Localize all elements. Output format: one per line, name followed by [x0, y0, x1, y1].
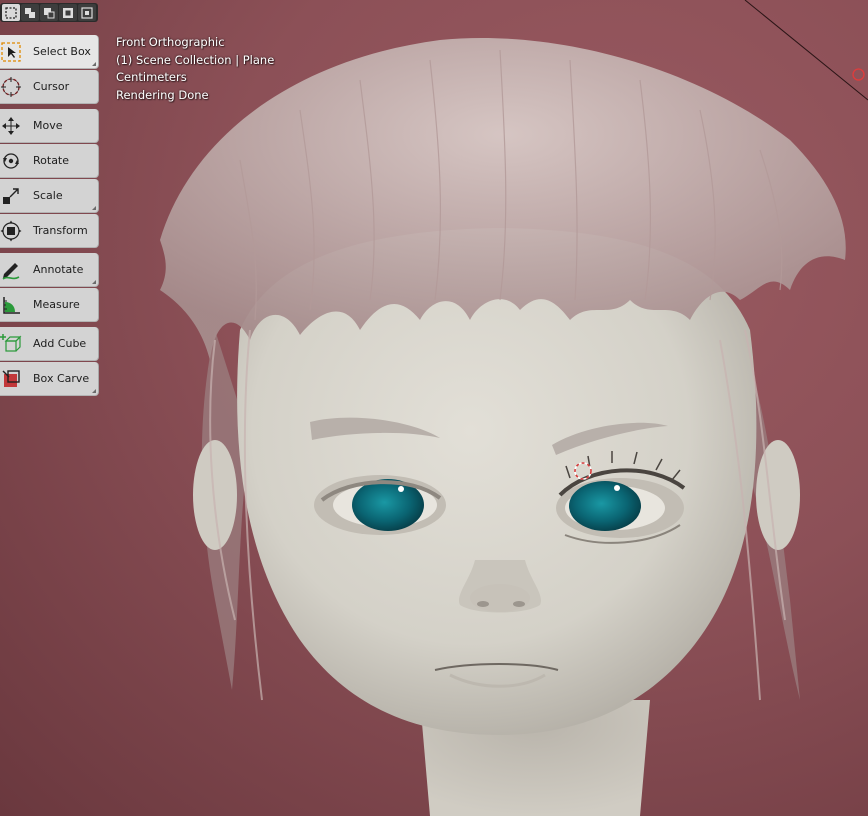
cursor-icon	[0, 74, 24, 100]
measure-tool[interactable]: Measure	[0, 288, 99, 322]
tool-options-corner-icon	[92, 389, 96, 393]
box-carve-tool[interactable]: Box Carve	[0, 362, 99, 396]
tool-label: Box Carve	[33, 372, 90, 385]
measure-icon	[0, 292, 24, 318]
render-scene	[160, 0, 868, 816]
tool-shelf: Select Box Cursor Move Rotate Scale Tran…	[0, 35, 99, 401]
cursor-tool[interactable]: Cursor	[0, 70, 99, 104]
rotate-icon	[0, 148, 24, 174]
view-name: Front Orthographic	[116, 35, 225, 49]
select-mode-subtract-icon[interactable]	[40, 4, 58, 21]
scale-icon	[0, 183, 24, 209]
tool-label: Rotate	[33, 154, 70, 167]
units-info: Centimeters	[116, 70, 187, 84]
annotate-icon	[0, 257, 24, 283]
3d-viewport[interactable]: Front Orthographic (1) Scene Collection …	[0, 0, 868, 816]
add-cube-tool[interactable]: Add Cube	[0, 327, 99, 361]
select-mode-extend-icon[interactable]	[21, 4, 39, 21]
tool-group-select: Select Box Cursor	[0, 35, 99, 104]
scale-tool[interactable]: Scale	[0, 179, 99, 213]
tool-label: Measure	[33, 298, 80, 311]
viewport-info: Front Orthographic (1) Scene Collection …	[116, 34, 274, 104]
move-tool[interactable]: Move	[0, 109, 99, 143]
tool-group-annotate: Annotate Measure	[0, 253, 99, 322]
rotate-tool[interactable]: Rotate	[0, 144, 99, 178]
tool-group-add: Add Cube Box Carve	[0, 327, 99, 396]
transform-icon	[0, 218, 24, 244]
tool-label: Select Box	[33, 45, 91, 58]
select-box-tool[interactable]: Select Box	[0, 35, 99, 69]
tool-label: Move	[33, 119, 63, 132]
select-box-icon	[0, 39, 24, 65]
tool-label: Add Cube	[33, 337, 87, 350]
tool-label: Annotate	[33, 263, 84, 276]
collection-info: (1) Scene Collection | Plane	[116, 52, 275, 67]
annotate-tool[interactable]: Annotate	[0, 253, 99, 287]
tool-options-corner-icon	[92, 280, 96, 284]
add-cube-icon	[0, 331, 24, 357]
tool-label: Cursor	[33, 80, 70, 93]
tool-group-transform: Move Rotate Scale Transform	[0, 109, 99, 248]
select-mode-box-icon[interactable]	[2, 4, 20, 21]
3d-cursor-icon[interactable]	[573, 461, 593, 481]
render-status: Rendering Done	[116, 87, 209, 102]
tool-options-corner-icon	[92, 206, 96, 210]
tool-options-corner-icon	[92, 62, 96, 66]
navigation-gizmo-axis-icon[interactable]	[852, 68, 865, 81]
move-icon	[0, 113, 24, 139]
select-mode-intersect-icon[interactable]	[78, 4, 96, 21]
box-carve-icon	[0, 366, 24, 392]
select-mode-bar	[0, 3, 98, 22]
tool-label: Transform	[33, 224, 88, 237]
select-mode-invert-icon[interactable]	[59, 4, 77, 21]
transform-tool[interactable]: Transform	[0, 214, 99, 248]
tool-label: Scale	[33, 189, 63, 202]
